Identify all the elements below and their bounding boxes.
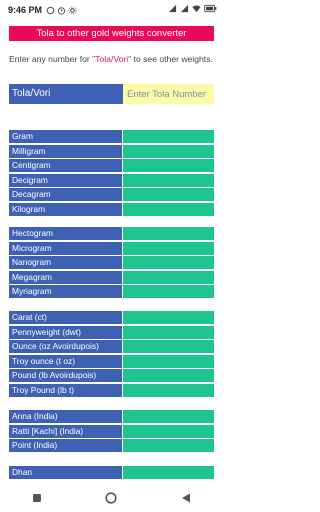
conversion-row: Myriagram: [9, 285, 214, 298]
unit-label: Decigram: [9, 173, 123, 187]
unit-value: [123, 173, 214, 187]
unit-value: [123, 369, 214, 382]
unit-label: Microgram: [9, 241, 123, 255]
conversion-row: Decigram: [9, 173, 214, 187]
conversion-row: Dhan: [9, 466, 214, 479]
instructions-before: Enter any number for: [9, 54, 93, 64]
unit-label: Kilogram: [9, 202, 123, 216]
unit-label: Myriagram: [9, 285, 123, 298]
conversion-row: Anna (India): [9, 410, 214, 423]
status-left-icons: [46, 6, 77, 15]
tola-input-row: Tola/Vori: [9, 84, 214, 104]
instructions-after: to see other weights.: [131, 54, 213, 64]
conversion-row: Hectogram: [9, 227, 214, 240]
unit-value: [123, 144, 214, 158]
unit-label: Gram: [9, 130, 123, 143]
home-icon: [105, 492, 118, 504]
unit-label: Carat (ct): [9, 311, 123, 324]
unit-value: [123, 311, 214, 324]
unit-label: Centigram: [9, 159, 123, 172]
unit-value: [123, 410, 214, 423]
conversion-row: Ounce (oz Avoirdupois): [9, 340, 214, 353]
settings-icon: [68, 6, 77, 14]
unit-value: [123, 188, 214, 201]
conversion-row: Point (India): [9, 439, 214, 452]
unit-label: Anna (India): [9, 410, 123, 423]
status-time: 9:46 PM: [8, 5, 43, 15]
signal-icon: [168, 4, 177, 13]
unit-value: [123, 130, 214, 143]
conversion-row: Ratti [Kachi] (India): [9, 424, 214, 438]
page-title: Tola to other gold weights converter: [9, 26, 214, 41]
unit-label: Ounce (oz Avoirdupois): [9, 340, 123, 353]
conversion-row: Gram: [9, 130, 214, 143]
conversion-row: Kilogram: [9, 202, 214, 216]
tola-input-label: Tola/Vori: [9, 84, 123, 104]
unit-value: [123, 285, 214, 298]
unit-value: [123, 424, 214, 438]
conversion-row: Nanogram: [9, 256, 214, 269]
unit-label: Nanogram: [9, 256, 123, 269]
unit-value: [123, 340, 214, 353]
unit-value: [123, 383, 214, 397]
recent-apps-button[interactable]: [22, 488, 52, 508]
system-nav-bar: [0, 484, 223, 512]
unit-label: Milligram: [9, 144, 123, 158]
unit-label: Troy Pound (lb t): [9, 383, 123, 397]
unit-label: Point (India): [9, 439, 123, 452]
conversion-row: Pound (lb Avoirdupois): [9, 369, 214, 382]
unit-value: [123, 241, 214, 255]
signal-icon: [180, 4, 189, 13]
unit-value: [123, 270, 214, 284]
unit-label: Troy ounce (t oz): [9, 354, 123, 368]
conversion-row: Centigram: [9, 159, 214, 172]
unit-value: [123, 227, 214, 240]
notification-icon: [46, 6, 55, 14]
conversion-row: Pennyweight (dwt): [9, 325, 214, 339]
tola-number-input[interactable]: [123, 84, 214, 104]
unit-value: [123, 202, 214, 216]
conversion-row: Troy Pound (lb t): [9, 383, 214, 397]
unit-value: [123, 466, 214, 479]
conversion-row: Decagram: [9, 188, 214, 201]
unit-label: Megagram: [9, 270, 123, 284]
status-bar: 9:46 PM: [0, 0, 223, 20]
unit-value: [123, 354, 214, 368]
battery-icon: [204, 4, 217, 13]
unit-label: Hectogram: [9, 227, 123, 240]
unit-label: Pennyweight (dwt): [9, 325, 123, 339]
alarm-icon: [57, 6, 66, 15]
status-right-icons: [168, 4, 217, 13]
wifi-icon: [192, 5, 201, 13]
conversion-row: Milligram: [9, 144, 214, 158]
unit-value: [123, 325, 214, 339]
unit-value: [123, 439, 214, 452]
unit-label: Dhan: [9, 466, 123, 479]
instructions-text: Enter any number for "Tola/Vori" to see …: [9, 53, 217, 65]
back-button[interactable]: [171, 488, 201, 508]
unit-label: Ratti [Kachi] (India): [9, 424, 123, 438]
conversion-row: Microgram: [9, 241, 214, 255]
unit-label: Pound (lb Avoirdupois): [9, 369, 123, 382]
instructions-highlight: "Tola/Vori": [92, 54, 132, 64]
unit-value: [123, 256, 214, 269]
recent-apps-icon: [33, 494, 42, 502]
unit-label: Decagram: [9, 188, 123, 201]
home-button[interactable]: [96, 488, 126, 508]
conversion-row: Megagram: [9, 270, 214, 284]
back-icon: [181, 493, 190, 503]
conversion-row: Carat (ct): [9, 311, 214, 324]
conversion-row: Troy ounce (t oz): [9, 354, 214, 368]
unit-value: [123, 159, 214, 172]
